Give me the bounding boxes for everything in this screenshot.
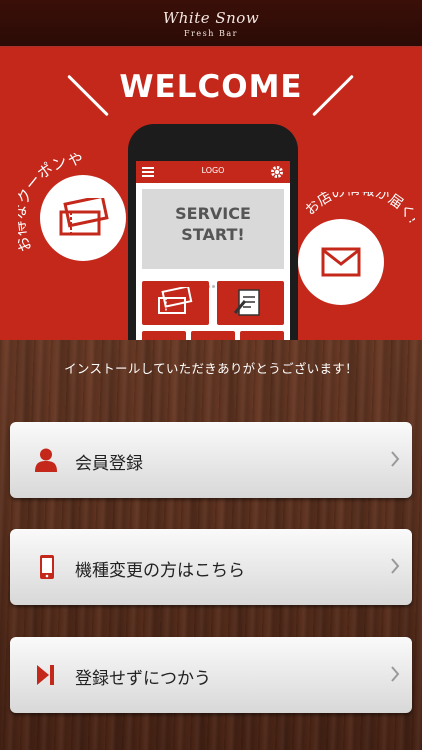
phone-banner: SERVICE START! — [142, 189, 284, 269]
welcome-title: WELCOME — [119, 69, 303, 105]
brand-logo: White Snow — [162, 9, 260, 27]
app-header: White Snow Fresh Bar — [0, 0, 422, 47]
svg-text:お得なクーポンや: お得なクーポンや — [18, 153, 84, 255]
svg-text:お店の情報が届く!: お店の情報が届く! — [302, 192, 415, 227]
device-change-button[interactable]: 機種変更の方はこちら — [10, 529, 412, 605]
tile — [240, 331, 284, 340]
welcome-hero: WELCOME お得なクーポンや お店の情報が届く! LOGO — [0, 47, 422, 340]
gear-icon — [271, 166, 283, 178]
ticket-icon — [158, 287, 193, 314]
coupon-tile — [142, 281, 209, 325]
device-change-label: 機種変更の方はこちら — [75, 561, 245, 581]
wood-panel: インストールしていただきありがとうございます！ 会員登録 機種変更の方はこちら … — [0, 340, 422, 750]
member-register-label: 会員登録 — [75, 454, 143, 474]
note-tile — [217, 281, 284, 325]
chevron-right-icon — [391, 451, 400, 467]
skip-register-label: 登録せずにつかう — [75, 669, 211, 689]
skip-register-button[interactable]: 登録せずにつかう — [10, 637, 412, 713]
person-icon — [35, 448, 57, 472]
tile — [142, 331, 186, 340]
document-edit-icon — [233, 289, 260, 316]
skip-icon — [37, 665, 54, 685]
install-thanks-text: インストールしていただきありがとうございます！ — [64, 361, 358, 376]
phone-app-bar: LOGO — [136, 161, 290, 183]
phone-logo: LOGO — [201, 166, 225, 175]
member-register-button[interactable]: 会員登録 — [10, 422, 412, 498]
brand-subtitle: Fresh Bar — [184, 29, 238, 38]
chevron-right-icon — [391, 666, 400, 682]
chevron-right-icon — [391, 558, 400, 574]
tile — [191, 331, 235, 340]
banner-line-2: START! — [181, 225, 245, 244]
phone-mockup: LOGO SERVICE START! — [128, 124, 298, 340]
banner-line-1: SERVICE — [175, 204, 251, 223]
info-caption: お店の情報が届く! — [302, 192, 415, 227]
phone-screen: LOGO SERVICE START! — [136, 161, 290, 340]
smartphone-icon — [40, 555, 54, 579]
